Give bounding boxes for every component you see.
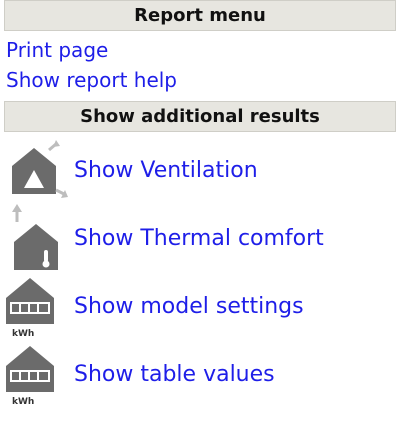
- list-item-model-settings[interactable]: kWh Show model settings: [4, 272, 396, 340]
- meter-kwh-icon: kWh: [4, 272, 74, 340]
- additional-results-list: Show Ventilation Show Thermal comfort kW…: [4, 136, 396, 408]
- show-table-values-link[interactable]: Show table values: [74, 362, 275, 387]
- report-menu: Report menu Print page Show report help …: [4, 0, 396, 408]
- additional-results-header: Show additional results: [4, 101, 396, 132]
- show-thermal-comfort-link[interactable]: Show Thermal comfort: [74, 226, 324, 251]
- report-menu-header: Report menu: [4, 0, 396, 31]
- report-menu-title: Report menu: [134, 5, 266, 26]
- additional-results-title: Show additional results: [80, 106, 320, 127]
- print-page-link[interactable]: Print page: [4, 35, 396, 65]
- ventilation-icon: [4, 136, 74, 204]
- thermal-comfort-icon: [4, 204, 74, 272]
- show-report-help-link[interactable]: Show report help: [4, 65, 396, 95]
- show-ventilation-link[interactable]: Show Ventilation: [74, 158, 258, 183]
- list-item-thermal-comfort[interactable]: Show Thermal comfort: [4, 204, 396, 272]
- kwh-label: kWh: [12, 397, 34, 407]
- list-item-table-values[interactable]: kWh Show table values: [4, 340, 396, 408]
- show-model-settings-link[interactable]: Show model settings: [74, 294, 304, 319]
- kwh-label: kWh: [12, 329, 34, 339]
- list-item-ventilation[interactable]: Show Ventilation: [4, 136, 396, 204]
- meter-kwh-icon: kWh: [4, 340, 74, 408]
